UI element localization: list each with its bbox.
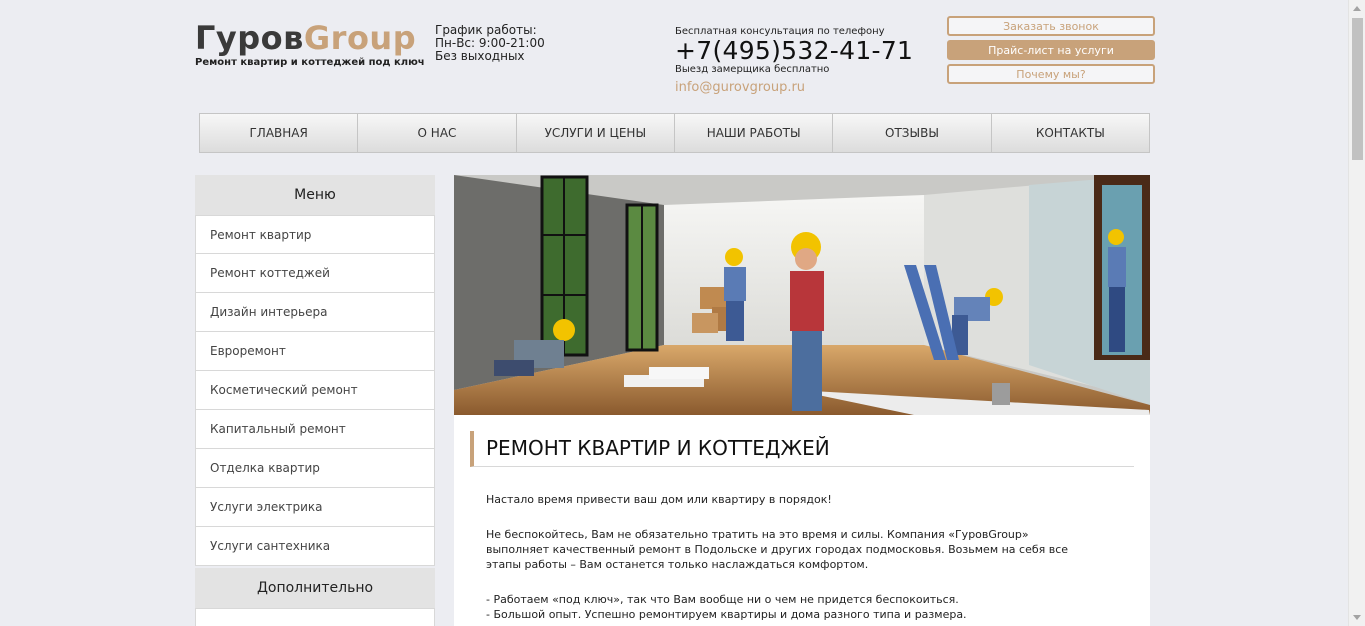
phone-number[interactable]: +7(495)532-41-71 bbox=[675, 38, 913, 64]
nav-item-services[interactable]: УСЛУГИ И ЦЕНЫ bbox=[517, 114, 675, 152]
sidebar: Меню Ремонт квартир Ремонт коттеджей Диз… bbox=[195, 175, 435, 626]
email-link[interactable]: info@gurovgroup.ru bbox=[675, 80, 913, 95]
header-buttons: Заказать звонок Прайс-лист на услуги Поч… bbox=[947, 16, 1155, 88]
scroll-down-arrow-icon[interactable] bbox=[1353, 615, 1361, 620]
site-logo[interactable]: ГуровGroup Ремонт квартир и коттеджей по… bbox=[195, 19, 425, 68]
sidebar-item-euro-repair[interactable]: Евроремонт bbox=[195, 332, 435, 371]
nav-item-contacts[interactable]: КОНТАКТЫ bbox=[992, 114, 1149, 152]
logo-tagline: Ремонт квартир и коттеджей под ключ bbox=[195, 57, 425, 68]
pricelist-button[interactable]: Прайс-лист на услуги bbox=[947, 40, 1155, 60]
nav-item-home[interactable]: ГЛАВНАЯ bbox=[200, 114, 359, 152]
benefit-item: - Работаем «под ключ», так что Вам вообщ… bbox=[486, 593, 959, 606]
logo-text: ГуровGroup bbox=[195, 19, 417, 57]
contact-block: Бесплатная консультация по телефону +7(4… bbox=[675, 26, 913, 95]
intro-paragraph: Настало время привести ваш дом или кварт… bbox=[486, 493, 832, 506]
nav-item-works[interactable]: НАШИ РАБОТЫ bbox=[675, 114, 834, 152]
sidebar-item-cosmetic-repair[interactable]: Косметический ремонт bbox=[195, 371, 435, 410]
sidebar-item-apartment-repair[interactable]: Ремонт квартир bbox=[195, 215, 435, 254]
page-scrollbar[interactable] bbox=[1348, 0, 1365, 626]
measurer-note: Выезд замерщика бесплатно bbox=[675, 64, 830, 75]
worker-door bbox=[1108, 229, 1126, 352]
sidebar-item-electrician[interactable]: Услуги электрика bbox=[195, 488, 435, 527]
hero-illustration bbox=[454, 175, 1150, 415]
sidebar-item-plumbing[interactable]: Услуги сантехника bbox=[195, 527, 435, 566]
hero-image bbox=[454, 175, 1150, 415]
callback-button[interactable]: Заказать звонок bbox=[947, 16, 1155, 36]
why-us-button[interactable]: Почему мы? bbox=[947, 64, 1155, 84]
nav-item-about[interactable]: О НАС bbox=[358, 114, 517, 152]
sidebar-extra-title: Дополнительно bbox=[195, 568, 435, 608]
sidebar-menu-title: Меню bbox=[195, 175, 435, 215]
sidebar-item-interior-design[interactable]: Дизайн интерьера bbox=[195, 293, 435, 332]
benefit-item: - Большой опыт. Успешно ремонтируем квар… bbox=[486, 608, 967, 621]
work-hours: График работы: Пн-Вс: 9:00-21:00 Без вых… bbox=[435, 24, 545, 63]
hours-weekend: Без выходных bbox=[435, 49, 525, 63]
sidebar-extra-item[interactable] bbox=[195, 608, 435, 626]
sidebar-item-major-repair[interactable]: Капитальный ремонт bbox=[195, 410, 435, 449]
scroll-up-arrow-icon[interactable] bbox=[1353, 6, 1361, 11]
main-nav: ГЛАВНАЯ О НАС УСЛУГИ И ЦЕНЫ НАШИ РАБОТЫ … bbox=[199, 113, 1150, 153]
main-content: РЕМОНТ КВАРТИР И КОТТЕДЖЕЙ Настало время… bbox=[454, 175, 1150, 626]
sidebar-item-cottage-repair[interactable]: Ремонт коттеджей bbox=[195, 254, 435, 293]
page-title: РЕМОНТ КВАРТИР И КОТТЕДЖЕЙ bbox=[470, 431, 1134, 467]
scrollbar-thumb[interactable] bbox=[1352, 18, 1363, 160]
description-paragraph: Не беспокойтесь, Вам не обязательно трат… bbox=[486, 528, 1069, 571]
sidebar-item-finishing[interactable]: Отделка квартир bbox=[195, 449, 435, 488]
nav-item-reviews[interactable]: ОТЗЫВЫ bbox=[833, 114, 992, 152]
